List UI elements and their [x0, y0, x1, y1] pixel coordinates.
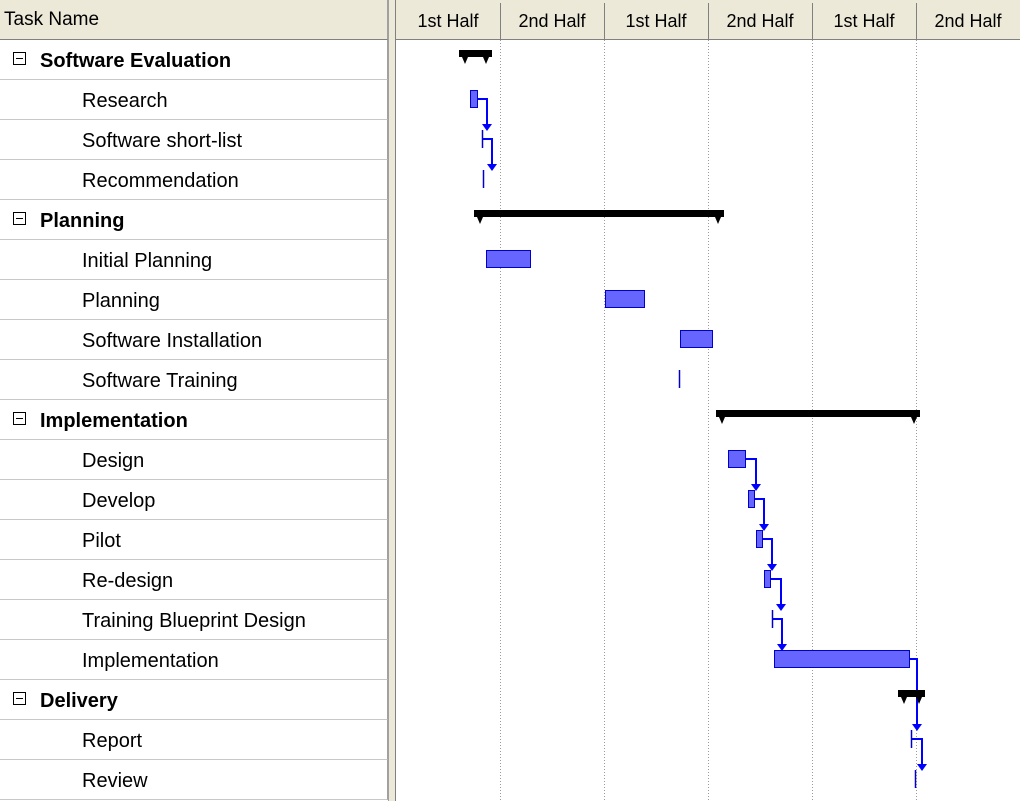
dependency-arrow: [767, 564, 777, 571]
dependency-link: [478, 98, 488, 125]
timescale-label: 1st Half: [625, 11, 687, 31]
task-bar: [764, 570, 771, 588]
summary-bar: [716, 410, 920, 417]
dependency-arrow: [917, 764, 927, 771]
gantt-bars: [459, 50, 927, 788]
gantt-chart: 1st Half 2nd Half 1st Half 2nd Half 1st Half…: [396, 0, 1020, 801]
timescale-label: 2nd Half: [934, 11, 1002, 31]
timescale-gridlines: [500, 40, 917, 801]
timescale-label: 2nd Half: [518, 11, 586, 31]
dependency-arrow: [776, 604, 786, 611]
dependency-link: [771, 578, 782, 605]
dependency-arrow: [482, 124, 492, 131]
dependency-arrow: [759, 524, 769, 531]
dependency-link: [755, 498, 765, 525]
task-bar: [748, 490, 755, 508]
timescale-label: 1st Half: [833, 11, 895, 31]
task-bar: [470, 90, 478, 108]
task-bar: [774, 650, 910, 668]
task-bar: [728, 450, 746, 468]
timescale-label: 1st Half: [417, 11, 479, 31]
dependency-arrow: [912, 724, 922, 731]
dependency-link: [773, 618, 783, 645]
dependency-link: [483, 138, 493, 165]
timescale-header: 1st Half 2nd Half 1st Half 2nd Half 1st Half…: [396, 0, 1020, 40]
task-bar: [756, 530, 763, 548]
task-bar: [605, 290, 645, 308]
dependency-arrow: [777, 644, 787, 651]
summary-bar: [474, 210, 724, 217]
dependency-arrow: [751, 484, 761, 491]
timescale-label: 2nd Half: [726, 11, 794, 31]
task-bar: [680, 330, 713, 348]
dependency-link: [746, 458, 757, 485]
dependency-link: [763, 538, 773, 565]
task-bar: [486, 250, 531, 268]
dependency-arrow: [487, 164, 497, 171]
